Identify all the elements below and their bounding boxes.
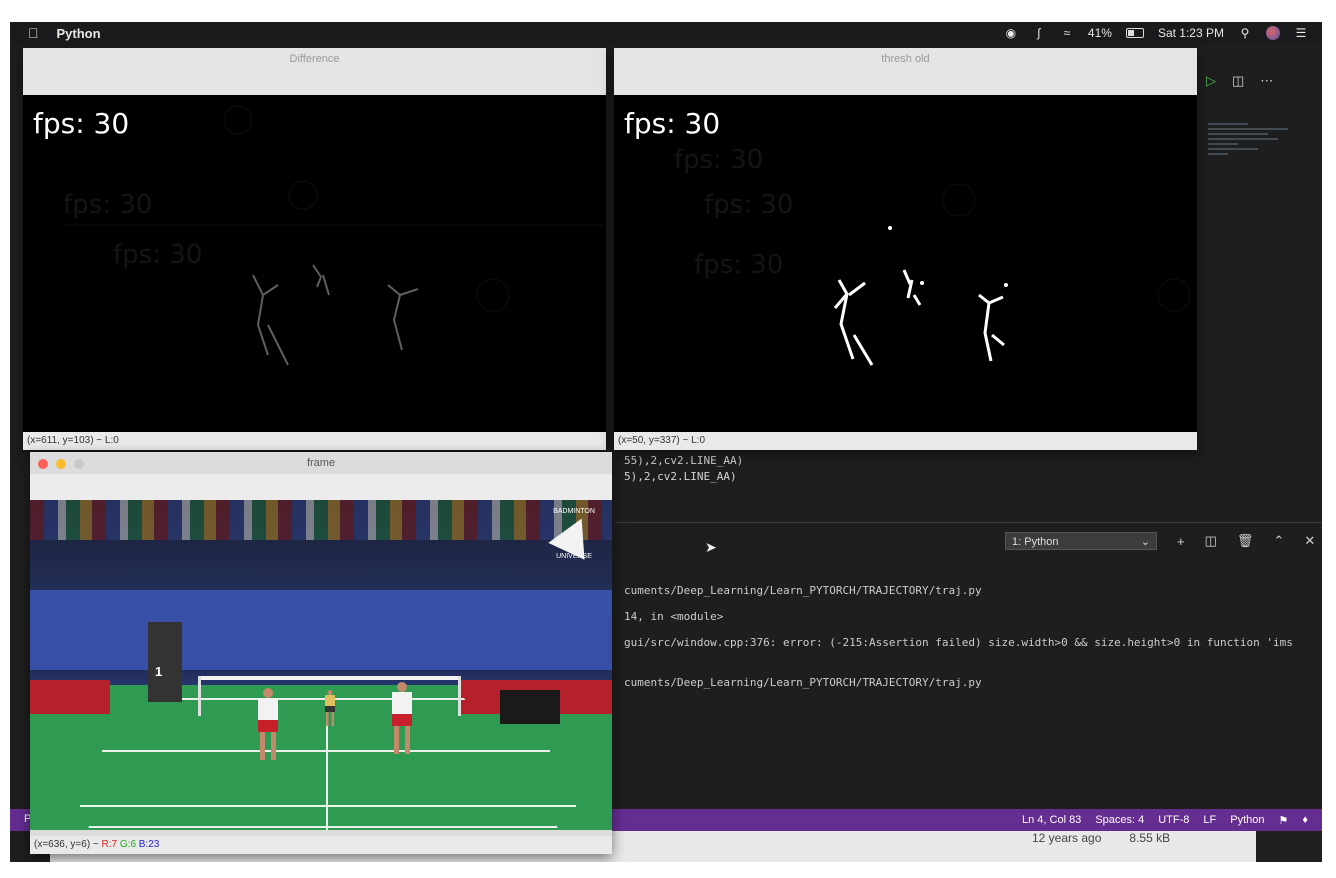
terminal-line: gui/src/window.cpp:376: error: (-215:Ass… xyxy=(624,636,1293,649)
editor-toolbar: ▷ ◫ ⋯ xyxy=(1206,70,1322,92)
court-number: 1 xyxy=(155,664,163,679)
notification-center-icon[interactable]: ☰ xyxy=(1294,26,1308,40)
difference-image[interactable]: fps: 30 fps: 30 fps: 30 xyxy=(23,95,606,432)
split-terminal-icon[interactable]: ◫ xyxy=(1205,533,1217,549)
terminal-line: cuments/Deep_Learning/Learn_PYTORCH/TRAJ… xyxy=(624,676,982,689)
terminal-selector-label: 1: Python xyxy=(1012,536,1059,548)
window-status-bar: (x=50, y=337) ~ L:0 xyxy=(614,432,1197,450)
window-status-bar: (x=611, y=103) ~ L:0 xyxy=(23,432,606,450)
zoom-window-button[interactable] xyxy=(74,459,84,469)
feedback-icon[interactable]: ⚑ xyxy=(1279,814,1289,827)
status-cursor-position[interactable]: Ln 4, Col 83 xyxy=(1022,814,1081,826)
bell-icon[interactable]: ♦ xyxy=(1302,814,1308,826)
frame-window[interactable]: frame 1 BADMINTON UNIVERSE (x=636, y=6) … xyxy=(30,452,612,854)
battery-percent[interactable]: 41% xyxy=(1088,26,1112,40)
advertising-board xyxy=(500,690,560,724)
more-actions-icon[interactable]: ⋯ xyxy=(1260,73,1273,89)
code-line: 55),2,cv2.LINE_AA) xyxy=(624,454,744,467)
difference-window[interactable]: Difference fps: 30 fps: 30 fps: 30 (x=61… xyxy=(23,48,606,450)
net-post xyxy=(198,676,201,716)
chevron-down-icon: ⌄ xyxy=(1140,536,1150,548)
background-panel-edge xyxy=(1256,831,1322,862)
hanging-flags xyxy=(30,500,612,540)
mouse-pointer-icon: ➤ xyxy=(705,539,717,555)
logo-text-top: BADMINTON xyxy=(553,508,595,515)
player-near-left xyxy=(258,688,278,760)
new-terminal-icon[interactable]: + xyxy=(1177,534,1185,549)
pixel-green-value: G:6 xyxy=(119,839,137,850)
status-eol[interactable]: LF xyxy=(1203,814,1216,826)
code-line: 5),2,cv2.LINE_AA) xyxy=(624,470,737,483)
wifi-icon[interactable]: ≈ xyxy=(1060,26,1074,40)
spotlight-search-icon[interactable]: ⚲ xyxy=(1238,26,1252,40)
window-status-bar: (x=636, y=6) ~ R:7 G:6 B:23 xyxy=(30,836,612,854)
apple-logo-icon[interactable]:  xyxy=(28,25,39,41)
player-far xyxy=(325,690,335,726)
minimize-window-button[interactable] xyxy=(56,459,66,469)
menubar-app-name[interactable]: Python xyxy=(57,26,101,41)
threshold-window[interactable]: thresh old fps: 30 fps: 30 fps: 30 fps: … xyxy=(614,48,1197,450)
pixel-blue-value: B:23 xyxy=(138,839,160,850)
motion-difference-silhouettes xyxy=(63,105,603,366)
file-size: 8.55 kB xyxy=(1129,831,1171,845)
threshold-image[interactable]: fps: 30 fps: 30 fps: 30 fps: 30 xyxy=(614,95,1197,432)
net-post xyxy=(458,676,461,716)
ghost-fps-text: fps: 30 xyxy=(704,190,794,220)
court-service-line xyxy=(102,750,550,752)
file-meta: 12 years ago 8.55 kB xyxy=(1032,831,1170,845)
menubar-clock[interactable]: Sat 1:23 PM xyxy=(1158,26,1224,40)
editor-minimap[interactable] xyxy=(1208,120,1308,210)
terminal-line: 14, in <module> xyxy=(624,610,724,623)
terminal-header: 1: Python ⌄ + ◫ 🗑 ⌃ ✕ xyxy=(1005,530,1315,552)
pixel-coords: (x=636, y=6) ~ xyxy=(34,839,99,850)
mac-menu-bar:  Python ◉ ∫ ≈ 41% Sat 1:23 PM ⚲ ☰ xyxy=(10,22,1322,44)
menubar-status-area: ◉ ∫ ≈ 41% Sat 1:23 PM ⚲ ☰ xyxy=(1004,22,1308,44)
run-icon[interactable]: ▷ xyxy=(1206,73,1216,89)
ghost-fps-text: fps: 30 xyxy=(694,250,784,280)
battery-icon[interactable] xyxy=(1125,28,1144,38)
status-encoding[interactable]: UTF-8 xyxy=(1158,814,1189,826)
status-indentation[interactable]: Spaces: 4 xyxy=(1095,814,1144,826)
record-icon[interactable]: ◉ xyxy=(1004,26,1018,40)
terminal-line: cuments/Deep_Learning/Learn_PYTORCH/TRAJ… xyxy=(624,584,982,597)
close-icon[interactable]: ✕ xyxy=(1304,533,1315,549)
trash-icon[interactable]: 🗑 xyxy=(1237,533,1254,549)
frame-toolbar xyxy=(30,474,612,501)
advertising-board xyxy=(30,680,110,714)
window-title[interactable]: frame xyxy=(30,452,612,474)
window-title[interactable]: thresh old xyxy=(614,48,1197,95)
umpire-chair xyxy=(148,622,182,702)
video-frame[interactable]: 1 BADMINTON UNIVERSE xyxy=(30,500,612,830)
ghost-fps-text: fps: 30 xyxy=(674,145,764,175)
bluetooth-icon[interactable]: ∫ xyxy=(1032,26,1046,40)
terminal-selector[interactable]: 1: Python ⌄ xyxy=(1005,532,1157,550)
broadcast-logo: BADMINTON UNIVERSE xyxy=(542,508,606,572)
panel-divider[interactable] xyxy=(615,522,1322,523)
close-window-button[interactable] xyxy=(38,459,48,469)
window-title[interactable]: Difference xyxy=(23,48,606,95)
status-language[interactable]: Python xyxy=(1230,814,1264,826)
file-age: 12 years ago xyxy=(1032,831,1102,845)
court-service-line xyxy=(80,805,576,807)
split-editor-icon[interactable]: ◫ xyxy=(1232,73,1244,89)
ghost-fps-text: fps: 30 xyxy=(63,190,153,220)
badminton-net xyxy=(198,676,460,680)
ghost-fps-text: fps: 30 xyxy=(113,240,203,270)
chevron-up-icon[interactable]: ⌃ xyxy=(1273,533,1284,549)
player-near-right xyxy=(392,682,412,754)
siri-icon[interactable] xyxy=(1266,26,1280,40)
crowd-stands xyxy=(30,590,612,670)
pixel-red-value: R:7 xyxy=(101,839,118,850)
desktop-screen:  Python ◉ ∫ ≈ 41% Sat 1:23 PM ⚲ ☰ ▷ ◫ ⋯… xyxy=(10,22,1322,862)
